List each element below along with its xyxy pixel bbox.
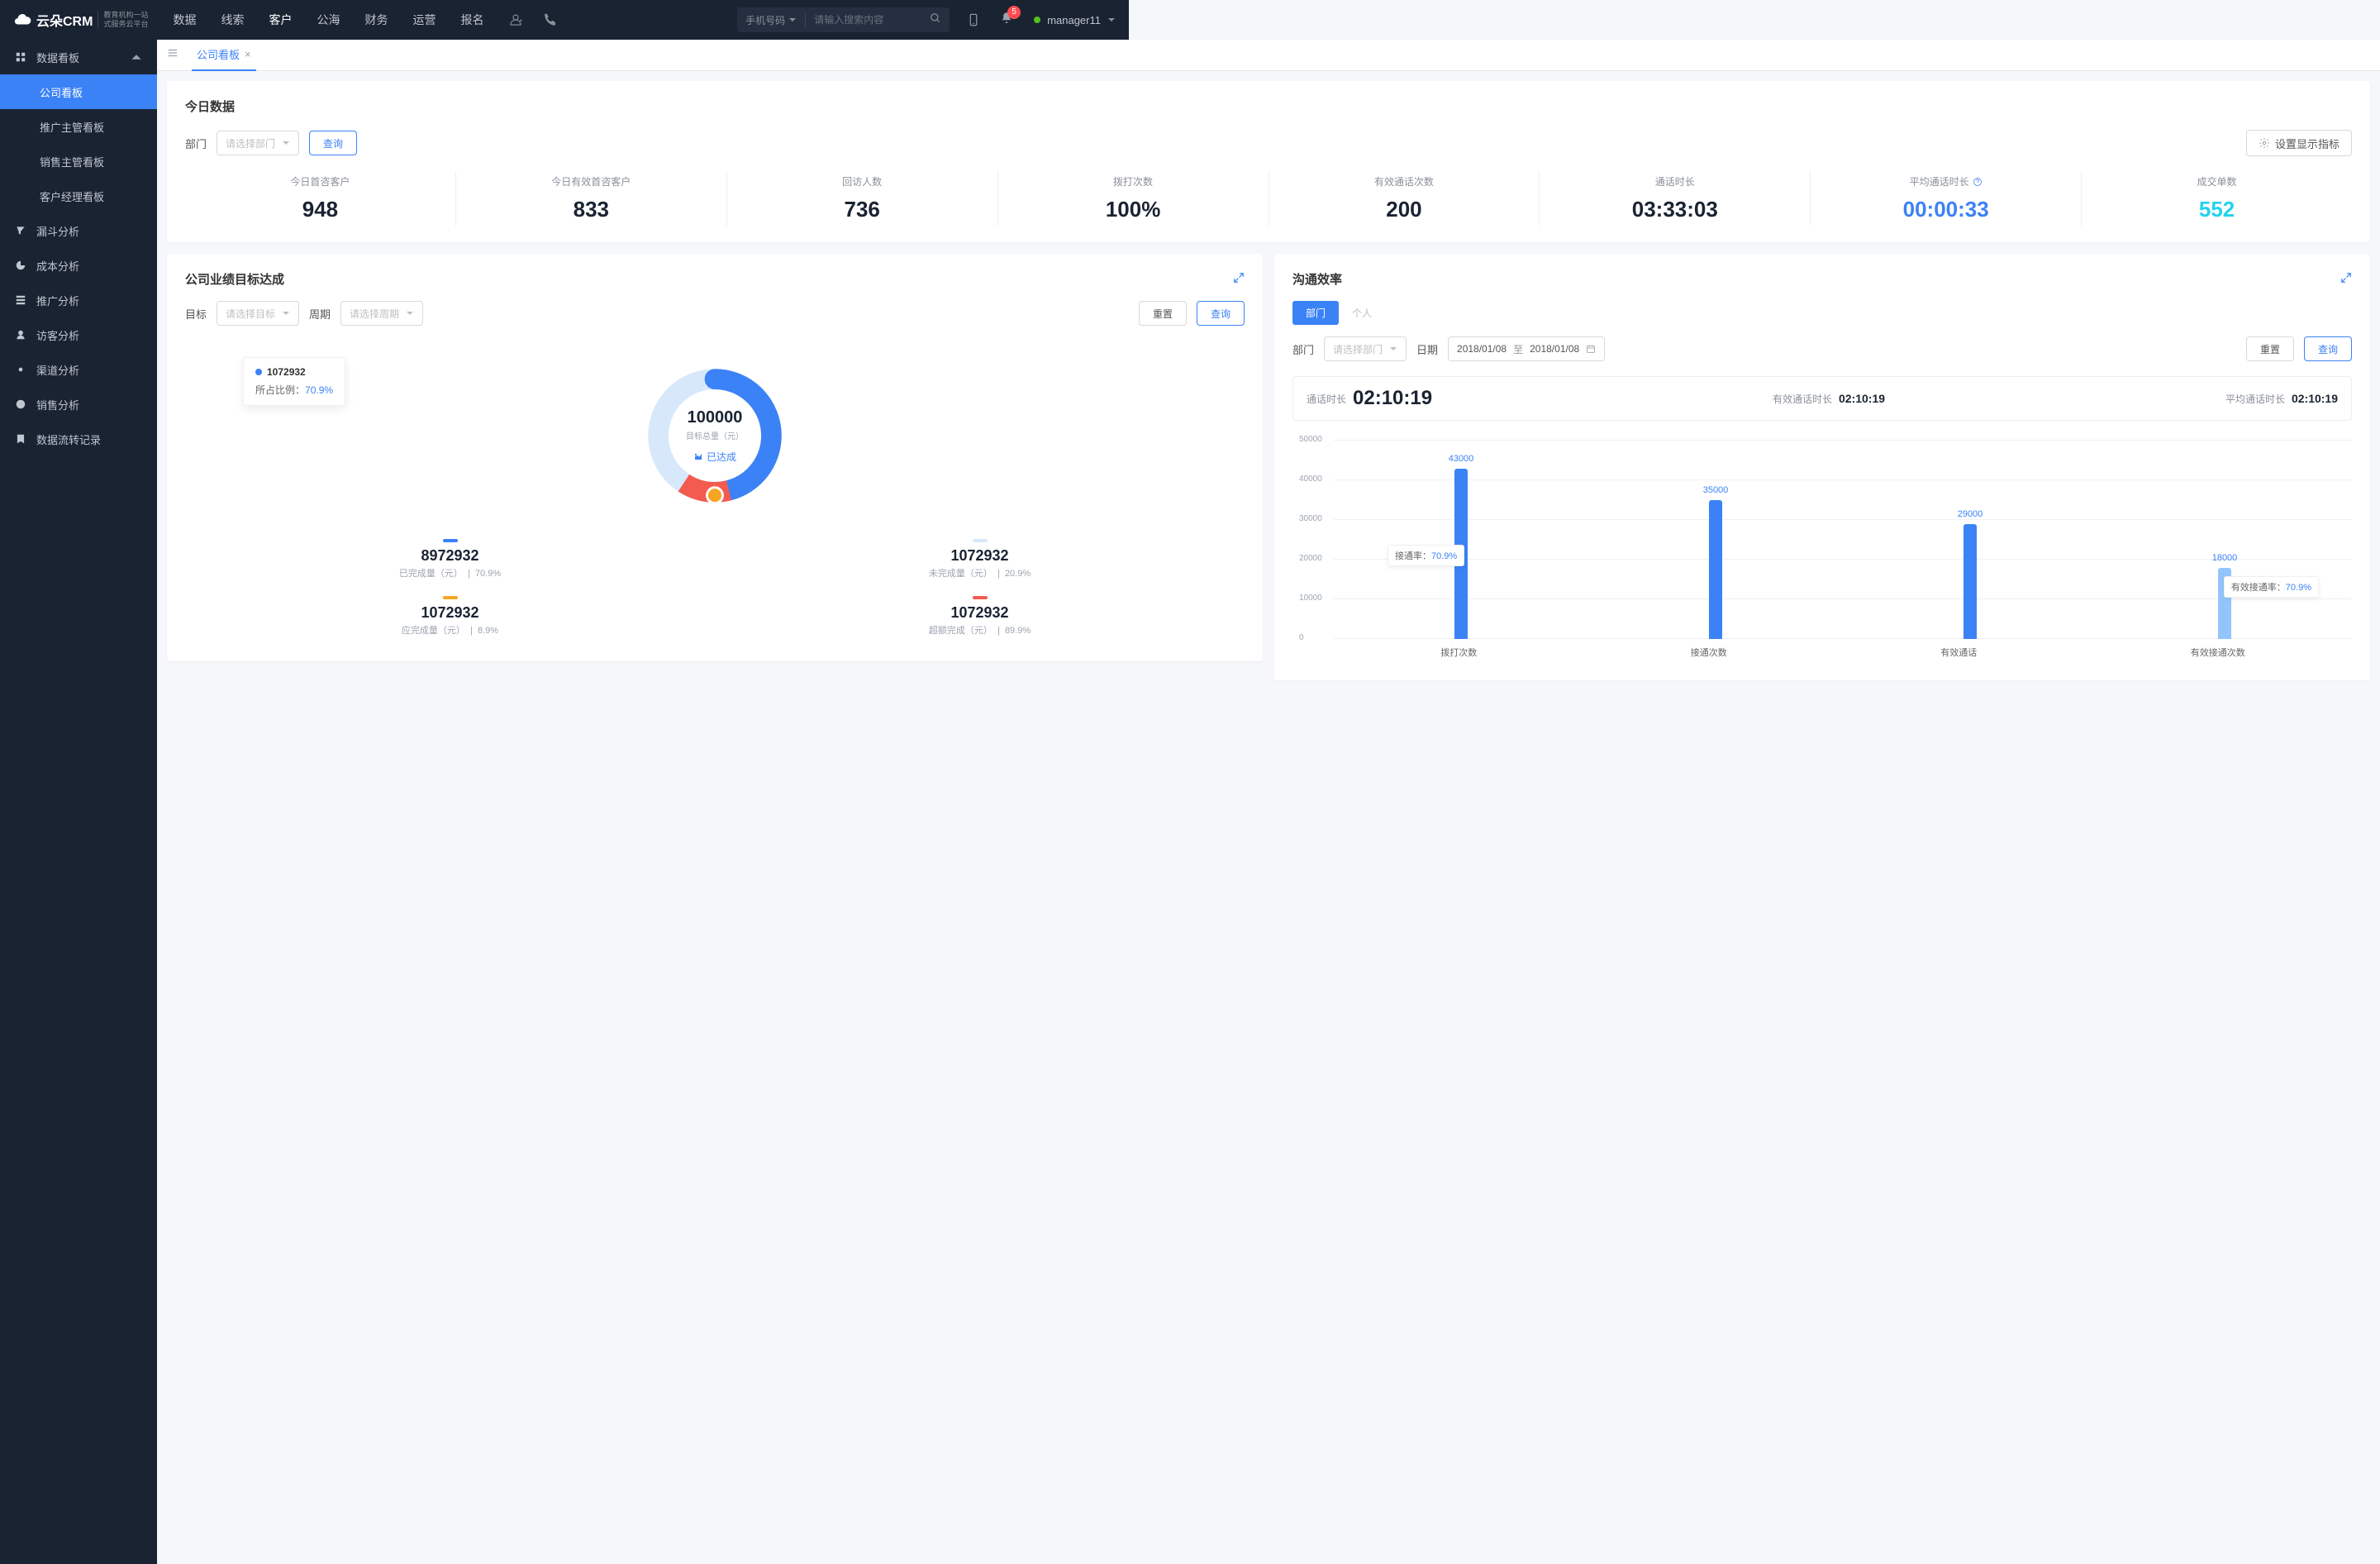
nav-item[interactable]: 客户 <box>269 12 292 28</box>
date-range-input[interactable]: 2018/01/08 至 2018/01/08 <box>1448 336 1605 361</box>
nav-item[interactable]: 报名 <box>460 12 483 28</box>
bell-icon[interactable]: 5 <box>999 11 1014 30</box>
target-select[interactable]: 请选择目标 <box>217 301 299 326</box>
sidebar-item[interactable]: 漏斗分析 <box>0 213 157 248</box>
search-button[interactable] <box>921 12 950 28</box>
logo: 云朵CRM 教育机构一站式服务云平台 <box>13 10 148 30</box>
query-button[interactable]: 查询 <box>309 131 357 155</box>
nav-item[interactable]: 数据 <box>173 12 196 28</box>
metric: 今日首咨客户948 <box>185 171 456 226</box>
annotation: 接通率：70.9% <box>1388 545 1464 566</box>
settings-metrics-button[interactable]: 设置显示指标 <box>2246 130 2352 156</box>
close-icon[interactable]: × <box>245 48 251 60</box>
expand-icon[interactable] <box>1233 272 1245 286</box>
metric: 成交单数552 <box>2082 171 2352 226</box>
metric: 通话时长03:33:03 <box>1540 171 1811 226</box>
chevron-down-icon <box>1107 16 1116 24</box>
bar: 29000 <box>1963 524 1977 639</box>
dept-select[interactable]: 请选择部门 <box>217 131 299 155</box>
seg-tab[interactable]: 部门 <box>1292 301 1339 325</box>
today-card: 今日数据 部门 请选择部门 查询 设置显示指标 今日首咨客户948今日有效首咨客… <box>167 81 2370 242</box>
nav-item[interactable]: 财务 <box>364 12 388 28</box>
duration-item: 有效通话时长02:10:19 <box>1773 392 1885 406</box>
stat-item: 1072932未完成量（元） | 20.9% <box>715 531 1245 588</box>
duration-item: 通话时长02:10:19 <box>1307 387 1432 410</box>
bar-chart: 0100002000030000400005000043000350002900… <box>1292 432 2352 664</box>
duration-row: 通话时长02:10:19 有效通话时长02:10:19 平均通话时长02:10:19 <box>1292 376 2352 421</box>
tabs-bar: 公司看板 × <box>157 40 2380 71</box>
sidebar-item[interactable]: 客户经理看板 <box>0 179 157 213</box>
target-title: 公司业绩目标达成 <box>185 270 284 288</box>
comm-title: 沟通效率 <box>1292 270 1342 288</box>
seg-tab[interactable]: 个人 <box>1339 301 1385 325</box>
chevron-up-icon <box>131 51 142 63</box>
sidebar-item[interactable]: 数据流转记录 <box>0 422 157 456</box>
donut-tooltip: 1072932 所占比例：70.9% <box>243 357 345 406</box>
online-status-dot <box>1034 17 1040 23</box>
app-header: 云朵CRM 教育机构一站式服务云平台 数据 线索 客户 公海 财务 运营 报名 手机号码 5… <box>0 0 1129 40</box>
phone-icon[interactable] <box>543 12 558 27</box>
main-area: 公司看板 × 今日数据 部门 请选择部门 查询 设置显示指标 今日首咨客户948… <box>157 40 2380 1564</box>
today-filter-row: 部门 请选择部门 查询 设置显示指标 <box>185 130 2352 156</box>
user-menu[interactable]: manager11 <box>1034 14 1116 26</box>
sidebar: 数据看板 公司看板推广主管看板销售主管看板客户经理看板 漏斗分析成本分析推广分析… <box>0 40 157 1564</box>
reset-button[interactable]: 重置 <box>2246 336 2294 361</box>
query-button[interactable]: 查询 <box>1197 301 1245 326</box>
donut-chart: 100000 目标总量（元） 已达成 1072932 所占比例：70.9% <box>185 341 1245 531</box>
sidebar-item[interactable]: 公司看板 <box>0 74 157 109</box>
expand-icon[interactable] <box>2340 272 2352 286</box>
comm-dept-select[interactable]: 请选择部门 <box>1324 336 1407 361</box>
add-user-icon[interactable] <box>508 12 523 27</box>
calendar-icon <box>1586 344 1596 354</box>
bar: 35000 <box>1709 500 1722 639</box>
metric: 有效通话次数200 <box>1269 171 1540 226</box>
query-button[interactable]: 查询 <box>2304 336 2352 361</box>
stat-item: 1072932应完成量（元） | 8.9% <box>185 588 715 645</box>
sidebar-item[interactable]: 推广主管看板 <box>0 109 157 144</box>
search-box: 手机号码 <box>737 7 950 32</box>
nav-icon-group <box>508 12 558 27</box>
top-nav: 数据 线索 客户 公海 财务 运营 报名 <box>173 12 483 28</box>
sidebar-item[interactable]: 销售主管看板 <box>0 144 157 179</box>
sidebar-item[interactable]: 访客分析 <box>0 317 157 352</box>
tabs-menu-icon[interactable] <box>167 47 178 63</box>
sidebar-item[interactable]: 销售分析 <box>0 387 157 422</box>
annotation: 有效接通率：70.9% <box>2224 576 2319 598</box>
stat-item: 8972932已完成量（元） | 70.9% <box>185 531 715 588</box>
reset-button[interactable]: 重置 <box>1139 301 1187 326</box>
nav-item[interactable]: 线索 <box>221 12 244 28</box>
metric: 今日有效首咨客户833 <box>456 171 727 226</box>
donut-center: 100000 目标总量（元） 已达成 <box>686 408 744 464</box>
sidebar-item[interactable]: 推广分析 <box>0 283 157 317</box>
today-title: 今日数据 <box>185 98 2352 115</box>
search-input[interactable] <box>806 14 921 26</box>
seg-tabs: 部门个人 <box>1292 301 2352 325</box>
stat-item: 1072932超额完成（元） | 89.9% <box>715 588 1245 645</box>
notification-badge: 5 <box>1007 6 1021 19</box>
search-type-select[interactable]: 手机号码 <box>737 13 806 27</box>
tab-company-dashboard[interactable]: 公司看板 × <box>192 40 256 71</box>
sidebar-group-dashboard[interactable]: 数据看板 <box>0 40 157 74</box>
period-select[interactable]: 请选择周期 <box>340 301 423 326</box>
sidebar-item[interactable]: 渠道分析 <box>0 352 157 387</box>
metric: 回访人数736 <box>727 171 998 226</box>
metric: 平均通话时长00:00:33 <box>1811 171 2082 226</box>
duration-item: 平均通话时长02:10:19 <box>2225 392 2338 406</box>
nav-item[interactable]: 运营 <box>412 12 436 28</box>
nav-item[interactable]: 公海 <box>317 12 340 28</box>
mobile-icon[interactable] <box>966 12 981 27</box>
header-icon-group: 5 <box>966 11 1014 30</box>
target-card: 公司业绩目标达成 目标 请选择目标 周期 请选择周期 重置 查询 <box>167 254 1263 661</box>
comm-card: 沟通效率 部门个人 部门 请选择部门 日期 2018/01/08 至 2 <box>1274 254 2370 680</box>
sidebar-item[interactable]: 成本分析 <box>0 248 157 283</box>
metric: 拨打次数100% <box>998 171 1269 226</box>
